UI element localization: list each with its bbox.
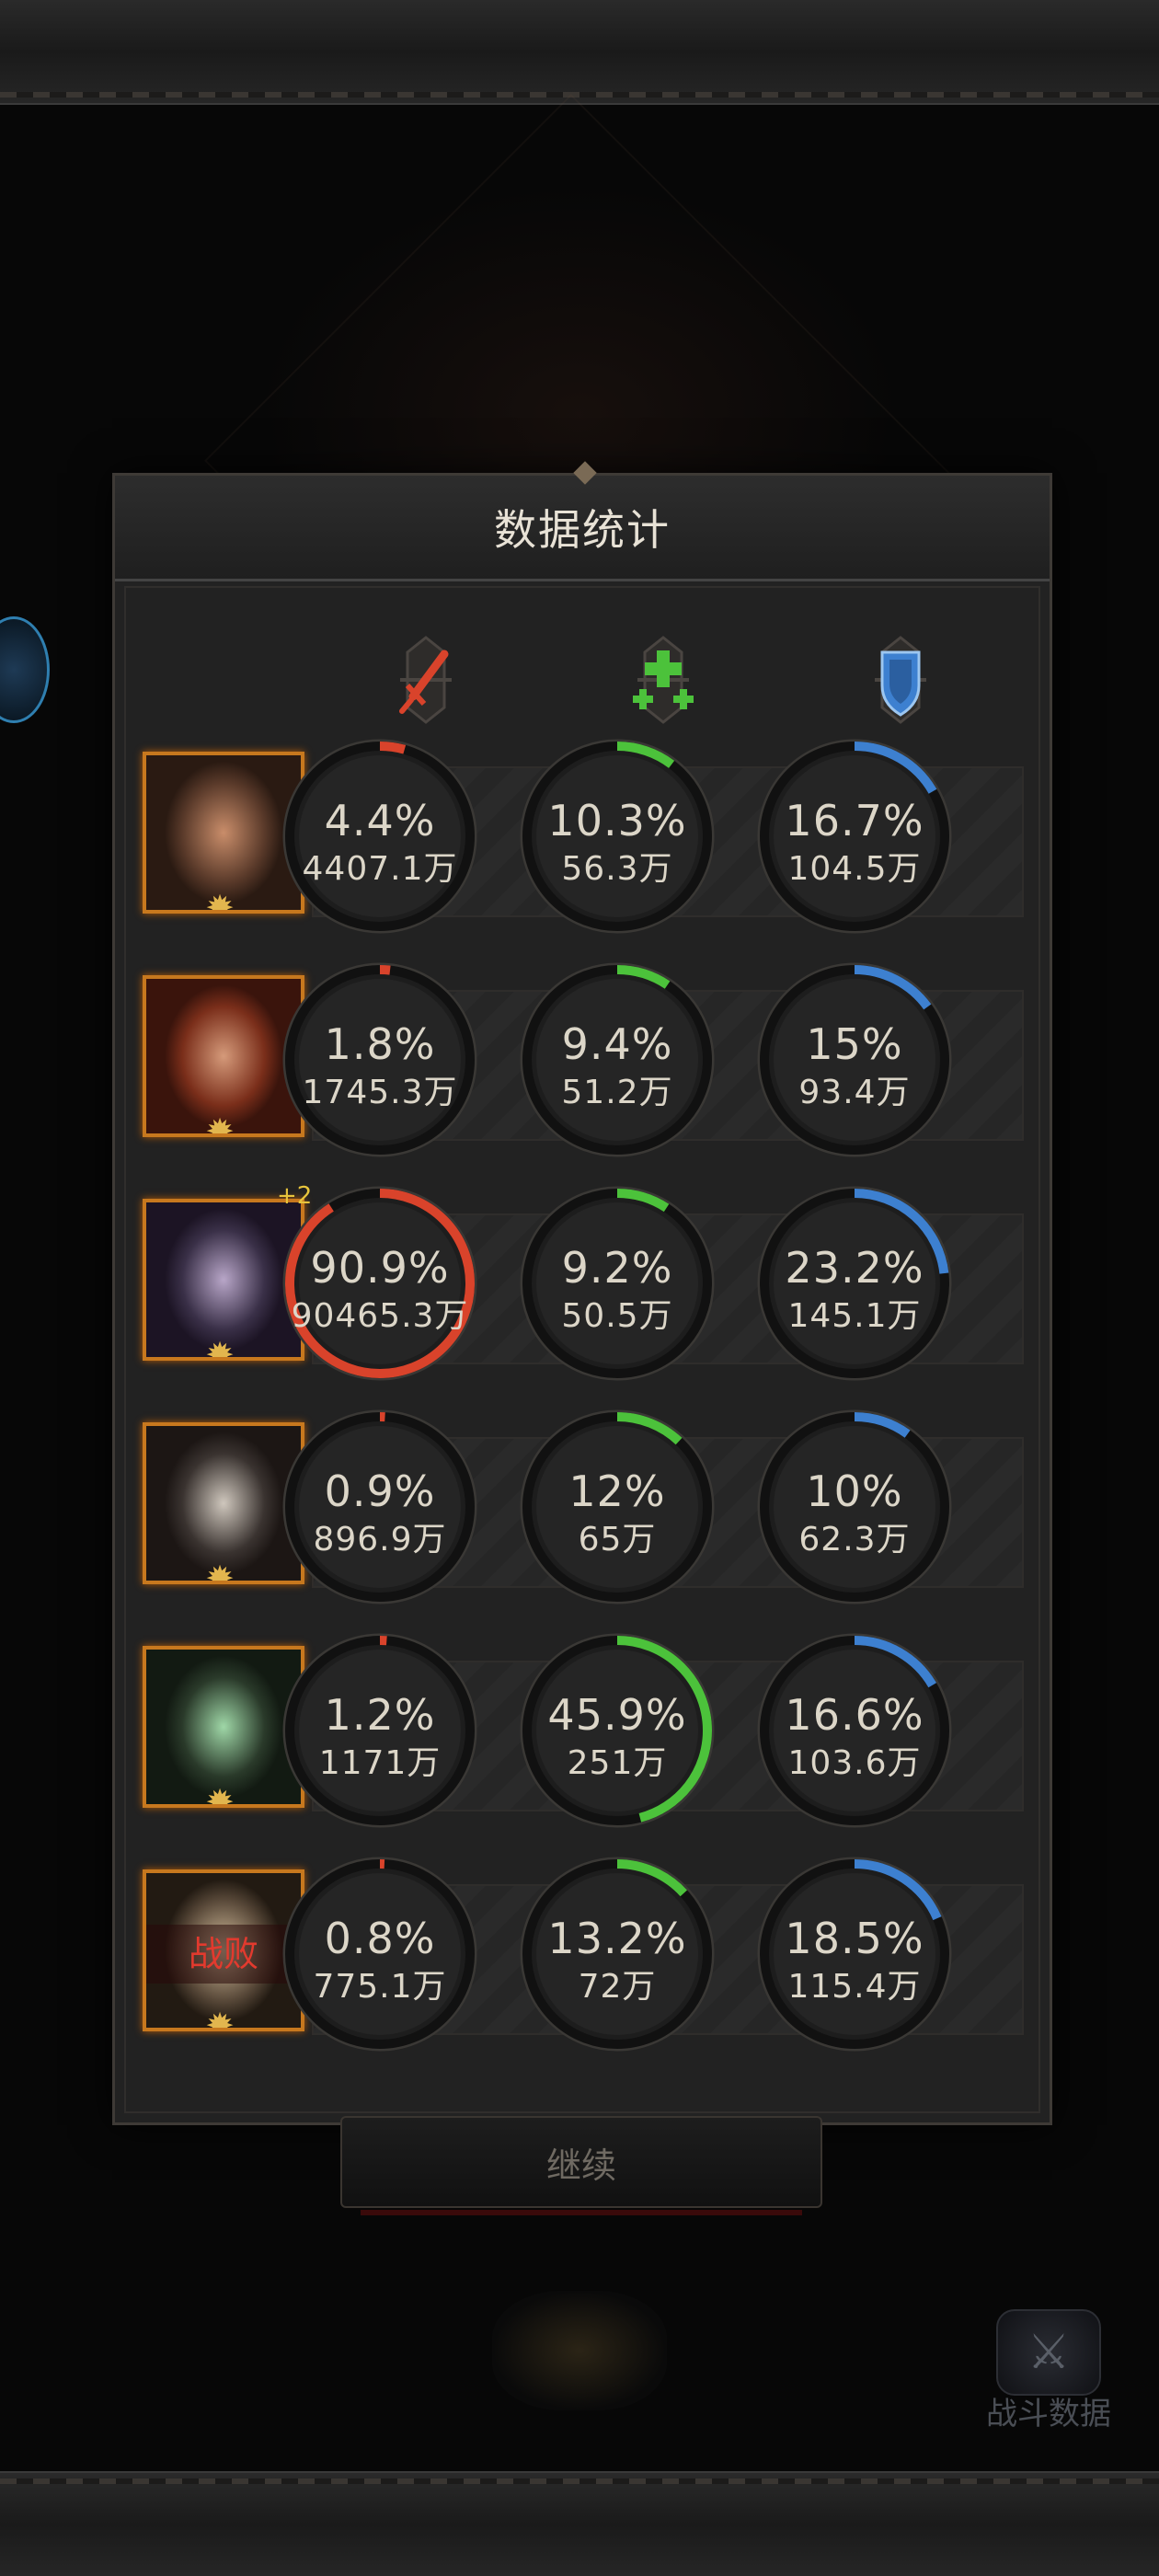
damage-amount: 4407.1万 <box>302 850 458 888</box>
hero-avatar[interactable]: ✹ <box>143 1646 304 1808</box>
defense-percent: 23.2% <box>785 1243 924 1293</box>
heal-percent: 10.3% <box>547 796 687 845</box>
damage-ring: 1.2% 1171万 <box>282 1633 477 1828</box>
heal-amount: 51.2万 <box>561 1074 673 1111</box>
heal-ring: 10.3% 56.3万 <box>520 739 715 934</box>
damage-percent: 90.9% <box>310 1243 450 1293</box>
heal-amount: 56.3万 <box>561 850 673 888</box>
damage-ring: 0.9% 896.9万 <box>282 1409 477 1604</box>
defense-ring: 16.7% 104.5万 <box>757 739 952 934</box>
battle-data-icon: ⚔ <box>996 2309 1101 2396</box>
damage-percent: 0.9% <box>324 1466 436 1516</box>
hero-avatar[interactable]: ✹ <box>143 975 304 1137</box>
heal-ring: 12% 65万 <box>520 1409 715 1604</box>
center-emblem-icon <box>492 2291 667 2410</box>
defense-ring: 18.5% 115.4万 <box>757 1857 952 2052</box>
battle-data-label: 战斗数据 <box>986 2396 1111 2432</box>
damage-percent: 1.2% <box>324 1690 436 1740</box>
star-rank-icon: ✹ <box>205 888 235 914</box>
hero-portrait <box>146 1650 301 1804</box>
damage-percent: 0.8% <box>324 1914 436 1963</box>
defense-percent: 15% <box>806 1019 903 1069</box>
shield-icon <box>851 630 950 730</box>
star-rank-icon: ✹ <box>205 1335 235 1361</box>
damage-amount: 90465.3万 <box>291 1297 469 1335</box>
hero-avatar[interactable]: ✹ <box>143 752 304 914</box>
hero-avatar[interactable]: ✹ <box>143 1199 304 1361</box>
star-rank-icon: ✹ <box>205 1558 235 1584</box>
defense-percent: 18.5% <box>785 1914 924 1963</box>
hero-row: ✹ 1.2% 1171万 45.9% 251万 16.6% 103.6万 <box>143 1633 1024 1835</box>
heal-amount: 50.5万 <box>561 1297 673 1335</box>
defense-amount: 93.4万 <box>798 1074 911 1111</box>
damage-amount: 1745.3万 <box>302 1074 458 1111</box>
defense-ring: 10% 62.3万 <box>757 1409 952 1604</box>
hero-row: ✹ 0.9% 896.9万 12% 65万 10% 62.3万 <box>143 1409 1024 1612</box>
defeated-label: 战败 <box>146 1925 301 1984</box>
bottom-frame <box>0 2471 1159 2576</box>
defense-amount: 62.3万 <box>798 1521 911 1558</box>
damage-percent: 1.8% <box>324 1019 436 1069</box>
star-rank-icon: ✹ <box>205 1782 235 1808</box>
hero-avatar[interactable]: ✹ <box>143 1422 304 1584</box>
defense-ring: 15% 93.4万 <box>757 962 952 1157</box>
defense-amount: 103.6万 <box>787 1744 922 1782</box>
hero-row: ✹ 4.4% 4407.1万 10.3% 56.3万 16.7% 104.5万 <box>143 739 1024 941</box>
heal-ring: 45.9% 251万 <box>520 1633 715 1828</box>
hero-portrait <box>146 755 301 910</box>
sword-icon <box>376 630 476 730</box>
defense-percent: 10% <box>806 1466 903 1516</box>
damage-amount: 1171万 <box>318 1744 442 1782</box>
heal-ring: 13.2% 72万 <box>520 1857 715 2052</box>
top-frame <box>0 0 1159 105</box>
panel-title: 数据统计 <box>115 476 1050 581</box>
heal-percent: 9.4% <box>561 1019 673 1069</box>
defense-ring: 16.6% 103.6万 <box>757 1633 952 1828</box>
hero-row: ✹ +2 90.9% 90465.3万 9.2% 50.5万 23.2% 145.1万 <box>143 1182 1024 1388</box>
heal-ring: 9.4% 51.2万 <box>520 962 715 1157</box>
defense-percent: 16.6% <box>785 1690 924 1740</box>
heal-percent: 13.2% <box>547 1914 687 1963</box>
heal-ring: 9.2% 50.5万 <box>520 1186 715 1381</box>
heal-percent: 45.9% <box>547 1690 687 1740</box>
continue-button[interactable]: 继续 <box>340 2116 822 2215</box>
heal-percent: 9.2% <box>561 1243 673 1293</box>
heal-amount: 251万 <box>567 1744 668 1782</box>
heal-percent: 12% <box>568 1466 666 1516</box>
heal-amount: 72万 <box>578 1968 657 2006</box>
damage-ring: 0.8% 775.1万 <box>282 1857 477 2052</box>
star-rank-icon: ✹ <box>205 1111 235 1137</box>
defense-amount: 145.1万 <box>787 1297 922 1335</box>
damage-ring: 1.8% 1745.3万 <box>282 962 477 1157</box>
damage-ring: 4.4% 4407.1万 <box>282 739 477 934</box>
defense-percent: 16.7% <box>785 796 924 845</box>
defense-ring: 23.2% 145.1万 <box>757 1186 952 1381</box>
hero-row: ✹ 1.8% 1745.3万 9.4% 51.2万 15% 93.4万 <box>143 962 1024 1165</box>
damage-amount: 896.9万 <box>313 1521 447 1558</box>
defense-amount: 104.5万 <box>787 850 922 888</box>
battle-data-button[interactable]: ⚔ 战斗数据 <box>957 2309 1141 2432</box>
damage-percent: 4.4% <box>324 796 436 845</box>
star-rank-icon: ✹ <box>205 2006 235 2031</box>
hero-avatar[interactable]: 战败 ✹ <box>143 1869 304 2031</box>
damage-ring: 90.9% 90465.3万 <box>282 1186 477 1381</box>
damage-amount: 775.1万 <box>313 1968 447 2006</box>
hero-portrait <box>146 979 301 1133</box>
stats-panel: 数据统计 ✹ 4.4% 4407.1万 10.3% 56.3万 16.7% 10… <box>112 473 1052 2125</box>
defense-amount: 115.4万 <box>787 1968 922 2006</box>
hero-portrait <box>146 1202 301 1357</box>
hero-portrait <box>146 1426 301 1581</box>
heal-cross-icon <box>614 630 713 730</box>
side-event-icon[interactable] <box>0 616 50 723</box>
heal-amount: 65万 <box>578 1521 657 1558</box>
hero-row: 战败 ✹ 0.8% 775.1万 13.2% 72万 18.5% 115.4万 <box>143 1857 1024 2059</box>
